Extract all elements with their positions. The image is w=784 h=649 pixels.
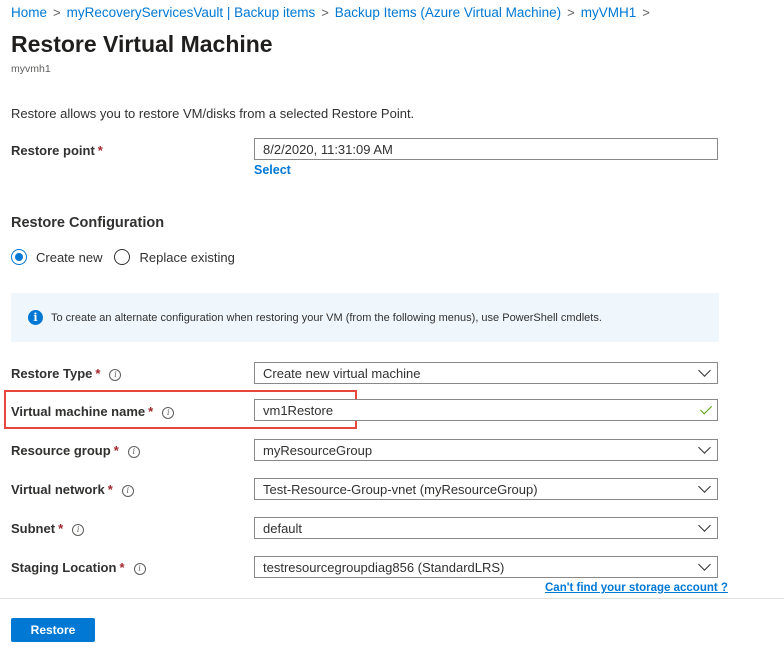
required-marker: * — [97, 143, 103, 158]
staging-location-label-text: Staging Location — [11, 560, 117, 575]
chevron-right-icon: > — [642, 5, 650, 20]
replace-existing-radio[interactable] — [114, 249, 131, 265]
required-marker: * — [107, 482, 113, 497]
restore-type-label-text: Restore Type — [11, 366, 93, 381]
restore-type-dropdown[interactable]: Create new virtual machine — [254, 362, 718, 384]
subnet-value: default — [263, 521, 303, 536]
restore-point-label: Restore point * — [11, 143, 103, 158]
intro-text: Restore allows you to restore VM/disks f… — [11, 106, 415, 121]
info-banner: i To create an alternate configuration w… — [11, 293, 719, 342]
breadcrumb-vault-backup-items[interactable]: myRecoveryServicesVault | Backup items — [67, 5, 316, 20]
restore-configuration-heading: Restore Configuration — [11, 215, 165, 231]
restore-type-value: Create new virtual machine — [263, 366, 421, 381]
info-tooltip-icon[interactable]: i — [127, 446, 140, 458]
vm-name-value: vm1Restore — [263, 403, 334, 418]
replace-existing-label[interactable]: Replace existing — [139, 250, 234, 265]
restore-type-label: Restore Type * i — [11, 366, 122, 381]
resource-group-label-text: Resource group — [11, 443, 111, 458]
chevron-down-icon — [698, 558, 711, 571]
cant-find-storage-link[interactable]: Can't find your storage account ? — [545, 582, 728, 594]
chevron-down-icon — [698, 519, 711, 532]
select-restore-point-link[interactable]: Select — [254, 163, 291, 177]
subnet-dropdown[interactable]: default — [254, 517, 718, 539]
info-tooltip-icon[interactable]: i — [133, 563, 146, 575]
vm-name-label: Virtual machine name * i — [11, 404, 175, 419]
breadcrumb-backup-items-vm[interactable]: Backup Items (Azure Virtual Machine) — [335, 5, 561, 20]
required-marker: * — [119, 560, 125, 575]
virtual-network-label: Virtual network * i — [11, 482, 134, 497]
staging-location-value: testresourcegroupdiag856 (StandardLRS) — [263, 560, 505, 575]
info-tooltip-icon[interactable]: i — [72, 524, 85, 536]
resource-group-dropdown[interactable]: myResourceGroup — [254, 439, 718, 461]
chevron-down-icon — [698, 364, 711, 377]
breadcrumb-myvmh1[interactable]: myVMH1 — [581, 5, 637, 20]
chevron-down-icon — [698, 480, 711, 493]
chevron-right-icon: > — [53, 5, 61, 20]
chevron-right-icon: > — [567, 5, 575, 20]
footer-divider — [0, 598, 784, 599]
staging-location-label: Staging Location * i — [11, 560, 146, 575]
required-marker: * — [148, 404, 154, 419]
chevron-right-icon: > — [321, 5, 329, 20]
create-new-radio[interactable] — [11, 249, 27, 265]
vm-name-label-text: Virtual machine name — [11, 404, 146, 419]
info-icon: i — [28, 310, 43, 325]
page-subtitle: myvmh1 — [11, 63, 51, 75]
info-tooltip-icon[interactable]: i — [162, 407, 175, 419]
virtual-network-label-text: Virtual network — [11, 482, 105, 497]
required-marker: * — [113, 443, 119, 458]
breadcrumb-home[interactable]: Home — [11, 5, 47, 20]
info-tooltip-icon[interactable]: i — [121, 485, 134, 497]
subnet-label: Subnet * i — [11, 521, 85, 536]
checkmark-icon — [699, 402, 713, 415]
required-marker: * — [95, 366, 101, 381]
restore-configuration-options: Create new Replace existing — [11, 249, 247, 265]
info-banner-text: To create an alternate configuration whe… — [51, 311, 602, 324]
resource-group-value: myResourceGroup — [263, 443, 373, 458]
required-marker: * — [58, 521, 64, 536]
resource-group-label: Resource group * i — [11, 443, 140, 458]
vm-name-input[interactable]: vm1Restore — [254, 399, 718, 421]
breadcrumb: Home > myRecoveryServicesVault | Backup it… — [11, 5, 656, 20]
subnet-label-text: Subnet — [11, 521, 56, 536]
page-title: Restore Virtual Machine — [11, 31, 273, 57]
virtual-network-value: Test-Resource-Group-vnet (myResourceGrou… — [263, 482, 538, 497]
chevron-down-icon — [698, 441, 711, 454]
create-new-label[interactable]: Create new — [36, 250, 102, 265]
info-tooltip-icon[interactable]: i — [109, 369, 122, 381]
virtual-network-dropdown[interactable]: Test-Resource-Group-vnet (myResourceGrou… — [254, 478, 718, 500]
restore-point-value: 8/2/2020, 11:31:09 AM — [263, 142, 393, 157]
restore-button[interactable]: Restore — [11, 618, 95, 642]
restore-point-field[interactable]: 8/2/2020, 11:31:09 AM — [254, 138, 718, 160]
staging-location-dropdown[interactable]: testresourcegroupdiag856 (StandardLRS) — [254, 556, 718, 578]
restore-point-label-text: Restore point — [11, 143, 95, 158]
